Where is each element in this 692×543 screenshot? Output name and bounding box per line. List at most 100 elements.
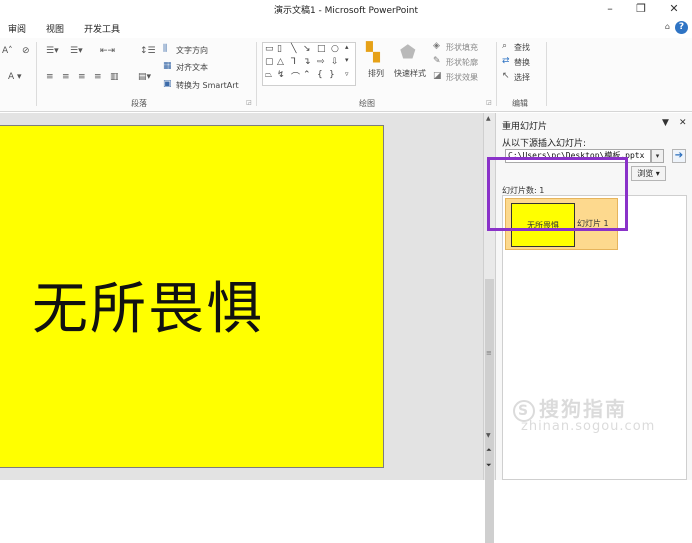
arc-shape-icon[interactable]: ⌒ [291, 70, 300, 83]
elbow-arrow-icon[interactable]: ↴ [303, 57, 311, 67]
tab-view[interactable]: 视图 [46, 22, 64, 35]
bullets-icon[interactable]: ☰▾ [46, 46, 59, 56]
restore-button[interactable]: ❐ [627, 0, 655, 18]
freeform-shape-icon[interactable]: ⌃ [303, 70, 311, 80]
group-separator [36, 42, 37, 106]
triangle-shape-icon[interactable]: △ [277, 57, 284, 67]
go-arrow-icon[interactable]: ➔ [672, 149, 686, 163]
oval-shape-icon[interactable]: ○ [331, 44, 339, 54]
highlight-box [487, 157, 628, 231]
slide-editor: 无所畏惧 [0, 113, 483, 480]
numbering-icon[interactable]: ☰▾ [70, 46, 83, 56]
elbow-connector-icon[interactable]: ⅂ [291, 57, 296, 67]
scroll-thumb[interactable] [485, 279, 494, 543]
pane-title: 重用幻灯片 [502, 122, 548, 132]
path-dropdown-icon[interactable]: ▾ [651, 149, 664, 163]
effects-icon: ◪ [433, 71, 442, 81]
gallery-down-icon[interactable]: ▾ [345, 56, 349, 64]
pane-close-icon[interactable]: ✕ [679, 118, 687, 128]
gallery-up-icon[interactable]: ▴ [345, 43, 349, 51]
next-slide-icon[interactable]: ⏷ [486, 461, 492, 470]
scroll-grip-icon: ≡ [486, 349, 492, 357]
smartart-icon: ▣ [163, 79, 172, 89]
align-right-icon[interactable]: ≡ [78, 72, 86, 82]
font-color-icon[interactable]: A ▾ [8, 72, 22, 82]
arrange-button[interactable]: 排列 [368, 68, 384, 79]
quick-styles-icon: ⬟ [400, 42, 416, 63]
arrange-icon: ▚ [366, 42, 380, 63]
quick-styles-button[interactable]: 快速样式 [394, 68, 426, 79]
drawing-launcher-icon[interactable]: ◲ [486, 99, 492, 106]
tab-review[interactable]: 审阅 [8, 22, 26, 35]
brace-right-shape-icon[interactable]: } [329, 70, 335, 80]
close-button[interactable]: ✕ [660, 0, 688, 18]
browse-button[interactable]: 浏览 ▾ [631, 166, 666, 181]
help-icon[interactable]: ? [675, 21, 688, 34]
shapes-gallery[interactable]: ▭ ▯ ╲ ↘ □ ○ ▢ △ ⅂ ↴ ⇨ ⇩ ⏢ ↯ ⌒ ⌃ { } ▴ ▾ … [262, 42, 356, 86]
title-bar: 演示文稿1 - Microsoft PowerPoint – ❐ ✕ [0, 0, 692, 18]
align-left-icon[interactable]: ≡ [46, 72, 54, 82]
paragraph-group-label: 段落 [131, 99, 147, 108]
scroll-down-icon[interactable]: ▼ [486, 432, 491, 439]
slide-canvas[interactable]: 无所畏惧 [0, 125, 384, 468]
window-title: 演示文稿1 - Microsoft PowerPoint [273, 6, 419, 16]
group-separator [256, 42, 257, 106]
font-size-up-icon[interactable]: A˄ [2, 46, 13, 56]
minimize-button[interactable]: – [596, 0, 624, 18]
curve-shape-icon[interactable]: ↯ [277, 70, 285, 80]
drawing-group-label: 绘图 [359, 99, 375, 108]
pane-options-icon[interactable]: ▼ [662, 118, 669, 128]
tab-developer[interactable]: 开发工具 [84, 22, 120, 35]
clear-format-icon[interactable]: ⊘ [22, 46, 30, 56]
line-shape-icon[interactable]: ╲ [291, 44, 296, 54]
justify-icon[interactable]: ≡ [94, 72, 102, 82]
slide-text[interactable]: 无所畏惧 [32, 264, 264, 345]
right-arrow-shape-icon[interactable]: ⇨ [317, 57, 325, 67]
text-direction-icon: ⫼ [163, 44, 168, 54]
shape-effects-button[interactable]: 形状效果 [446, 72, 478, 83]
scroll-up-icon[interactable]: ▲ [486, 115, 491, 122]
flowchart-shape-icon[interactable]: ⏢ [265, 70, 272, 80]
paragraph-launcher-icon[interactable]: ◲ [246, 99, 252, 106]
replace-icon: ⇄ [502, 56, 510, 66]
group-separator [546, 42, 547, 106]
gallery-more-icon[interactable]: ▿ [345, 70, 349, 78]
align-text-icon: ▦ [163, 61, 172, 71]
distribute-icon[interactable]: ▥ [110, 72, 119, 82]
text-direction-button[interactable]: 文字方向 [176, 45, 208, 56]
ribbon-tabs: 审阅 视图 开发工具 ⌂ ? [0, 18, 692, 38]
watermark: S 搜狗指南 zhinan.sogou.com [513, 393, 654, 434]
replace-button[interactable]: 替换 [514, 57, 530, 68]
rectangle-shape-icon[interactable]: □ [317, 44, 326, 54]
ribbon: A˄ ⊘ A ▾ ☰▾ ☰▾ ⇤⇥ ↕☰ ≡ ≡ ≡ ≡ ▥ ▤▾ ⫼ 文字方向… [0, 38, 692, 112]
collapse-ribbon-icon[interactable]: ⌂ [665, 22, 670, 31]
group-separator [496, 42, 497, 106]
slide-thumbnail-list: 无所畏惧 幻灯片 1 [502, 195, 687, 480]
select-cursor-icon: ↖ [502, 71, 510, 81]
brace-shape-icon[interactable]: { [317, 70, 323, 80]
browse-label: 浏览 [637, 169, 654, 178]
textbox-shape-icon[interactable]: ▭ [265, 44, 274, 54]
fill-bucket-icon: ◈ [433, 41, 440, 51]
outline-pen-icon: ✎ [433, 56, 441, 66]
previous-slide-icon[interactable]: ⏶ [486, 446, 492, 455]
columns-icon[interactable]: ▤▾ [138, 72, 151, 82]
insert-from-label: 从以下源插入幻灯片: [502, 139, 587, 149]
arrow-line-shape-icon[interactable]: ↘ [303, 44, 311, 54]
convert-smartart-button[interactable]: 转换为 SmartArt [176, 80, 239, 91]
shape-outline-button[interactable]: 形状轮廓 [446, 57, 478, 68]
vtextbox-shape-icon[interactable]: ▯ [277, 44, 282, 54]
find-icon: ⌕ [502, 41, 508, 51]
line-spacing-icon[interactable]: ↕☰ [140, 46, 156, 56]
editing-group-label: 编辑 [512, 99, 528, 108]
shape-fill-button[interactable]: 形状填充 [446, 42, 478, 53]
select-button[interactable]: 选择 [514, 72, 530, 83]
watermark-url: zhinan.sogou.com [521, 419, 656, 434]
indent-icon[interactable]: ⇤⇥ [100, 46, 115, 56]
find-button[interactable]: 查找 [514, 42, 530, 53]
watermark-brand: 搜狗指南 [539, 397, 627, 421]
rounded-rect-shape-icon[interactable]: ▢ [265, 57, 274, 67]
down-arrow-shape-icon[interactable]: ⇩ [331, 57, 339, 67]
align-text-button[interactable]: 对齐文本 [176, 62, 208, 73]
align-center-icon[interactable]: ≡ [62, 72, 70, 82]
